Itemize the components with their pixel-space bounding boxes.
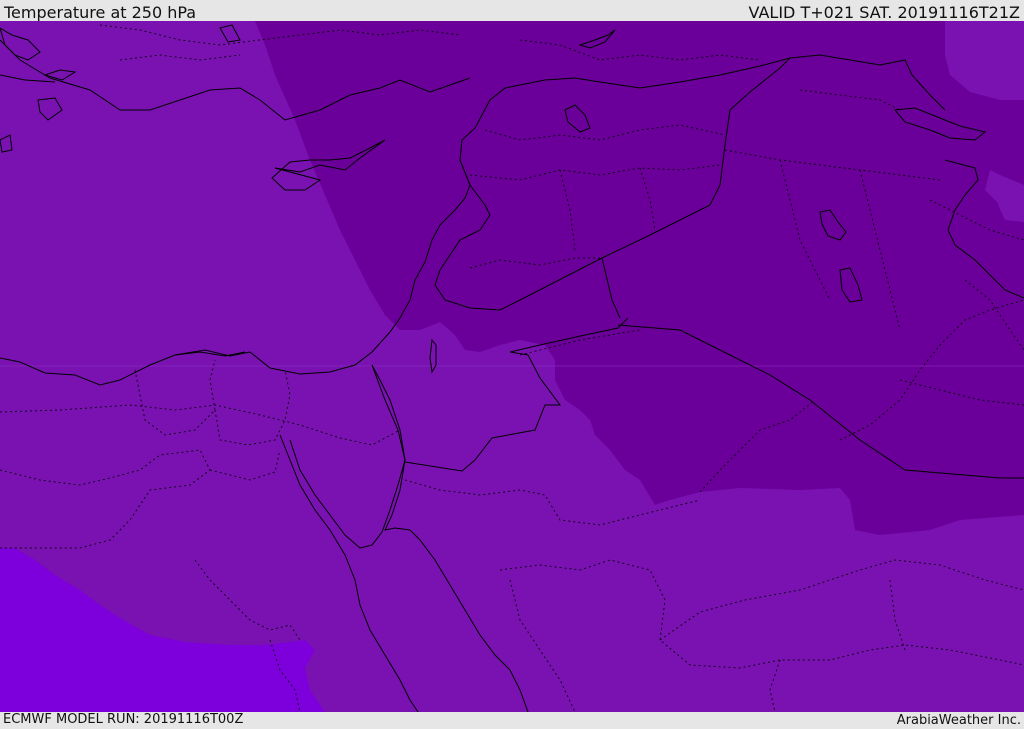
credit-label: ArabiaWeather Inc. — [896, 713, 1021, 728]
temperature-map — [0, 21, 1024, 712]
map-title: Temperature at 250 hPa — [4, 3, 197, 22]
valid-time-label: VALID T+021 SAT. 20191116T21Z — [748, 3, 1020, 22]
weather-map-page: Temperature at 250 hPa VALID T+021 SAT. … — [0, 0, 1024, 729]
map-canvas — [0, 21, 1024, 712]
model-run-label: ECMWF MODEL RUN: 20191116T00Z — [3, 712, 244, 727]
footer-bar: ECMWF MODEL RUN: 20191116T00Z ArabiaWeat… — [0, 712, 1024, 729]
header-bar: Temperature at 250 hPa VALID T+021 SAT. … — [0, 0, 1024, 22]
